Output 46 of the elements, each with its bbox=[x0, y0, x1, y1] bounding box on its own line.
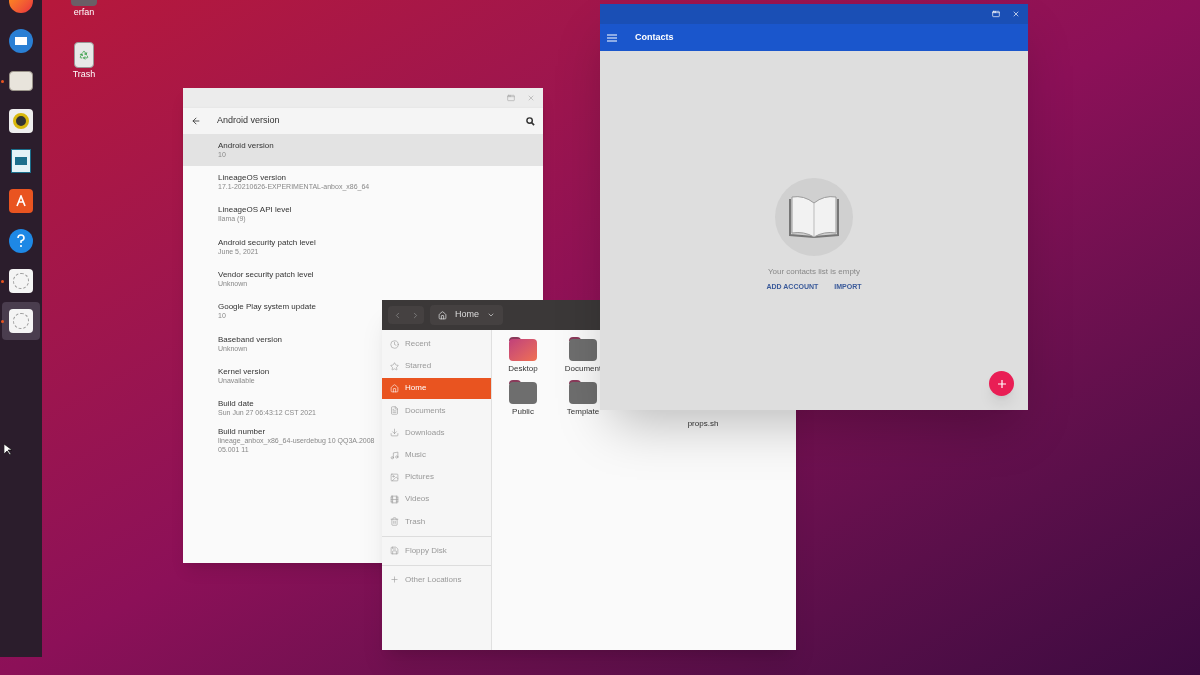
screen-title: Android version bbox=[217, 114, 281, 128]
setting-title: LineageOS version bbox=[218, 173, 287, 184]
setting-title: Build date bbox=[218, 399, 254, 410]
file-label[interactable]: Template bbox=[566, 406, 600, 418]
plus-icon bbox=[390, 575, 399, 585]
setting-title: Baseband version bbox=[218, 334, 283, 345]
home-icon bbox=[438, 310, 447, 320]
file-label[interactable]: Public bbox=[512, 406, 534, 418]
location-button[interactable]: Home bbox=[430, 305, 503, 325]
setting-title: Android version bbox=[218, 140, 274, 151]
menu-icon[interactable] bbox=[607, 33, 617, 42]
back-arrow-icon[interactable] bbox=[191, 116, 201, 126]
star-icon bbox=[390, 361, 399, 371]
app-title: Contacts bbox=[635, 30, 674, 44]
dock-app-icon[interactable] bbox=[2, 302, 40, 340]
file-label[interactable]: Document bbox=[564, 363, 602, 375]
setting-title: Vendor security patch level bbox=[218, 269, 314, 280]
folder-icon bbox=[569, 337, 597, 361]
desktop-icon-label: erfan bbox=[73, 6, 95, 19]
desktop-icon-label: Trash bbox=[72, 67, 96, 81]
add-contact-button[interactable] bbox=[989, 371, 1014, 396]
setting-title: Google Play system update bbox=[218, 302, 316, 313]
setting-title: Build number bbox=[218, 427, 266, 438]
folder-icon bbox=[509, 380, 537, 404]
trash-icon[interactable] bbox=[74, 41, 94, 68]
setting-title: LineageOS API level bbox=[218, 205, 292, 216]
picture-icon bbox=[390, 472, 399, 482]
folder-icon bbox=[509, 337, 537, 361]
caret-icon bbox=[487, 311, 495, 319]
download-icon bbox=[390, 428, 399, 438]
file-label[interactable]: Desktop bbox=[508, 363, 538, 375]
setting-title: Android security patch level bbox=[218, 237, 316, 248]
folder-icon bbox=[569, 380, 597, 404]
file-label[interactable]: props.sh bbox=[687, 418, 719, 430]
setting-title: Kernel version bbox=[218, 366, 270, 377]
clock-icon bbox=[390, 339, 399, 349]
mouse-pointer-icon bbox=[4, 444, 12, 456]
music-note-icon bbox=[390, 450, 399, 460]
trash-icon bbox=[390, 517, 399, 527]
plus-icon bbox=[997, 379, 1006, 388]
search-icon[interactable] bbox=[526, 116, 535, 126]
sidebar-item[interactable]: Home bbox=[382, 377, 491, 399]
film-icon bbox=[390, 494, 399, 504]
home-icon bbox=[390, 383, 399, 393]
document-icon bbox=[390, 406, 399, 416]
empty-message: Your contacts list is empty bbox=[767, 266, 861, 278]
